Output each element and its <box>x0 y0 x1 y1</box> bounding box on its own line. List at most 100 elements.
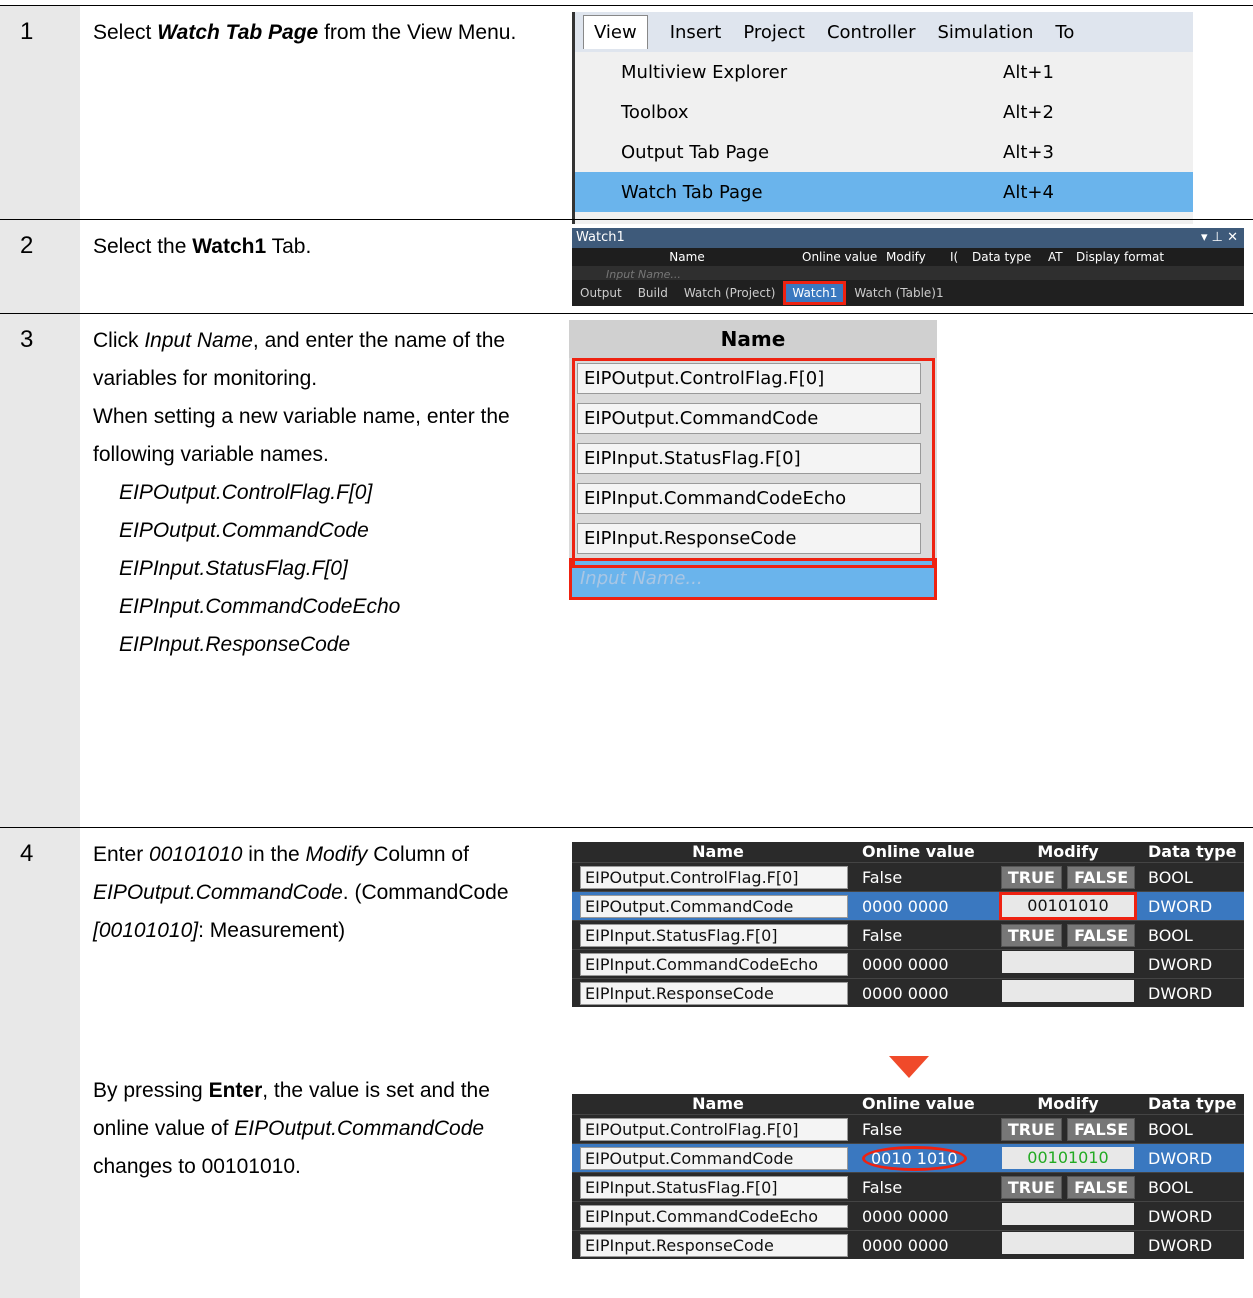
false-button[interactable]: FALSE <box>1067 1175 1136 1199</box>
tab-watch1[interactable]: Watch1 <box>783 281 847 305</box>
watch-tabs: Output Build Watch (Project) Watch1 Watc… <box>572 280 1244 306</box>
menu-item-watch[interactable]: Watch Tab Page Alt+4 <box>575 172 1193 212</box>
online-value: 0000 0000 <box>862 1206 949 1226</box>
modify-input[interactable] <box>1002 1232 1134 1254</box>
variable-name: EIPInput.CommandCodeEcho <box>580 952 848 976</box>
modify-input[interactable] <box>1002 1203 1134 1225</box>
modify-input[interactable] <box>1002 980 1134 1002</box>
step-number-column <box>0 220 80 314</box>
data-type: BOOL <box>1148 925 1193 945</box>
tab-watch-table[interactable]: Watch (Table)1 <box>846 286 951 300</box>
watch-header: Name Online value Modify I( Data type AT… <box>572 248 1244 266</box>
online-value: False <box>862 1177 903 1197</box>
table-row[interactable]: EIPOutput.ControlFlag.F[0] False TRUE FALS… <box>572 862 1244 891</box>
menu-view[interactable]: View <box>583 15 648 49</box>
modify-input[interactable]: 00101010 <box>1002 1147 1134 1169</box>
step-number-column <box>0 828 80 1298</box>
online-value: 0000 0000 <box>862 1235 949 1255</box>
table-row[interactable]: EIPInput.StatusFlag.F[0] False TRUE FALSE B… <box>572 920 1244 949</box>
pane-controls-icon[interactable]: ▾ ⊥ ✕ <box>1201 228 1244 248</box>
online-value: 0000 0000 <box>862 954 949 974</box>
data-type: DWORD <box>1148 1206 1213 1226</box>
menu-simulation[interactable]: Simulation <box>938 22 1034 43</box>
step-number-column <box>0 314 80 828</box>
data-type: DWORD <box>1148 896 1213 916</box>
name-header: Name <box>569 320 937 358</box>
menu-tools[interactable]: To <box>1055 22 1074 43</box>
menu-item-output[interactable]: Output Tab Page Alt+3 <box>575 132 1193 172</box>
variable-name: EIPOutput.ControlFlag.F[0] <box>580 865 848 889</box>
table-row[interactable]: EIPInput.CommandCodeEcho 0000 0000 DWORD <box>572 949 1244 978</box>
step-number: 4 <box>20 840 34 867</box>
watch-table-before: Name Online value Modify Data type EIPOu… <box>572 842 1244 1007</box>
step-text-a: Enter 00101010 in the Modify Column of E… <box>93 843 509 942</box>
variable-name: EIPInput.StatusFlag.F[0] <box>580 923 848 947</box>
false-button[interactable]: FALSE <box>1067 1117 1136 1141</box>
step-number: 3 <box>20 326 34 353</box>
tab-build[interactable]: Build <box>630 286 676 300</box>
step-number-column <box>0 6 80 220</box>
table-row[interactable]: EIPOutput.CommandCode 0010 1010 00101010 DW… <box>572 1143 1244 1172</box>
menu-bar: View Insert Project Controller Simulatio… <box>575 12 1193 52</box>
menu-item-toolbox[interactable]: Toolbox Alt+2 <box>575 92 1193 132</box>
variable-name: EIPOutput.ControlFlag.F[0] <box>580 1117 848 1141</box>
variable-name: EIPOutput.CommandCode <box>580 1146 848 1170</box>
step-text: Select Watch Tab Page from the View Menu… <box>93 21 517 44</box>
step-3: 3 Click Input Name, and enter the name o… <box>0 313 1253 828</box>
step-number: 2 <box>20 232 34 259</box>
watch-pane: Watch1 ▾ ⊥ ✕ Name Online value Modify I( … <box>572 228 1244 306</box>
step-2: 2 Select the Watch1 Tab. Watch1 ▾ ⊥ ✕ Nam… <box>0 219 1253 314</box>
table-row[interactable]: EIPInput.ResponseCode 0000 0000 DWORD <box>572 978 1244 1007</box>
menu-controller[interactable]: Controller <box>827 22 916 43</box>
false-button[interactable]: FALSE <box>1067 923 1136 947</box>
data-type: DWORD <box>1148 983 1213 1003</box>
table-header: Name Online value Modify Data type <box>692 842 1237 861</box>
menu-item-multiview[interactable]: Multiview Explorer Alt+1 <box>575 52 1193 92</box>
step-4: 4 Enter 00101010 in the Modify Column of… <box>0 827 1253 1298</box>
online-value: 0000 0000 <box>862 983 949 1003</box>
modify-input[interactable]: 00101010 <box>999 892 1137 920</box>
online-value: 0000 0000 <box>862 896 949 916</box>
table-row[interactable]: EIPInput.CommandCodeEcho 0000 0000 DWORD <box>572 1201 1244 1230</box>
step-text: Select the Watch1 Tab. <box>93 235 312 258</box>
menu-project[interactable]: Project <box>743 22 805 43</box>
table-header: Name Online value Modify Data type <box>692 1094 1237 1113</box>
false-button[interactable]: FALSE <box>1067 865 1136 889</box>
table-row[interactable]: EIPInput.StatusFlag.F[0] False TRUE FALSE B… <box>572 1172 1244 1201</box>
table-row[interactable]: EIPOutput.CommandCode 0000 0000 00101010 DW… <box>572 891 1244 920</box>
view-menu: View Insert Project Controller Simulatio… <box>572 12 1193 224</box>
data-type: BOOL <box>1148 1177 1193 1197</box>
tab-output[interactable]: Output <box>572 286 630 300</box>
variable-name: EIPOutput.CommandCode <box>580 894 848 918</box>
down-arrow-icon <box>889 1056 929 1078</box>
table-body: EIPOutput.ControlFlag.F[0] False TRUE FALS… <box>572 862 1244 1007</box>
variable-name: EIPInput.CommandCodeEcho <box>580 1204 848 1228</box>
step-1: 1 Select Watch Tab Page from the View Me… <box>0 5 1253 224</box>
online-value: False <box>862 867 903 887</box>
step-number: 1 <box>20 18 34 45</box>
table-row[interactable]: EIPInput.ResponseCode 0000 0000 DWORD <box>572 1230 1244 1259</box>
online-value: False <box>862 925 903 945</box>
watch-title: Watch1 ▾ ⊥ ✕ <box>572 228 1244 248</box>
watch-table-after: Name Online value Modify Data type EIPOu… <box>572 1094 1244 1259</box>
true-button[interactable]: TRUE <box>1000 865 1062 889</box>
table-row[interactable]: EIPOutput.ControlFlag.F[0] False TRUE FALS… <box>572 1114 1244 1143</box>
true-button[interactable]: TRUE <box>1000 1175 1062 1199</box>
data-type: BOOL <box>1148 867 1193 887</box>
data-type: DWORD <box>1148 954 1213 974</box>
menu-insert[interactable]: Insert <box>670 22 722 43</box>
tab-watch-project[interactable]: Watch (Project) <box>676 286 784 300</box>
data-type: BOOL <box>1148 1119 1193 1139</box>
true-button[interactable]: TRUE <box>1000 1117 1062 1141</box>
variable-name: EIPInput.ResponseCode <box>580 981 848 1005</box>
true-button[interactable]: TRUE <box>1000 923 1062 947</box>
online-value: False <box>862 1119 903 1139</box>
table-body: EIPOutput.ControlFlag.F[0] False TRUE FALS… <box>572 1114 1244 1259</box>
modify-input[interactable] <box>1002 951 1134 973</box>
data-type: DWORD <box>1148 1235 1213 1255</box>
step-text: Click Input Name, and enter the name of … <box>93 329 510 656</box>
variable-name-list: Name EIPOutput.ControlFlag.F[0] EIPOutpu… <box>569 320 937 600</box>
highlight-box <box>572 358 935 568</box>
online-value: 0010 1010 <box>862 1145 967 1171</box>
variable-name: EIPInput.StatusFlag.F[0] <box>580 1175 848 1199</box>
